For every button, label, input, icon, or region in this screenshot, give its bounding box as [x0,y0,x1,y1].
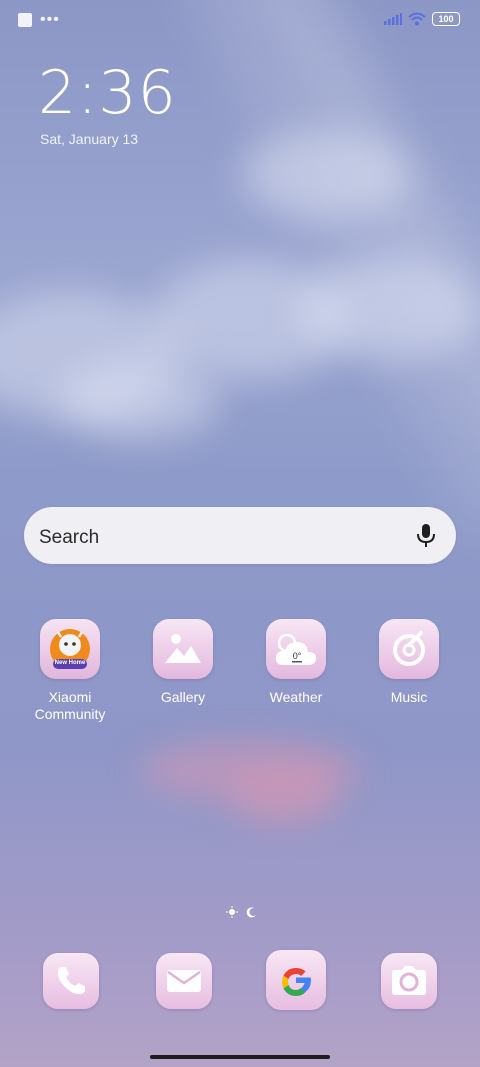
app-label: Weather [269,689,323,705]
phone-icon [57,967,85,995]
xiaomi-community-icon [40,619,100,679]
camera-app[interactable] [381,953,437,1009]
clock-widget[interactable]: 2:36 [38,58,177,128]
more-notifications-icon: ••• [40,11,60,28]
battery-indicator: 100 [432,12,460,26]
date-label: Sat, January 13 [40,131,139,147]
moon-page-icon [246,907,256,918]
wifi-icon [408,12,426,26]
page-indicator[interactable] [226,906,258,918]
google-icon [282,968,311,996]
app-label: Gallery [160,689,206,705]
search-label: Search [39,527,100,548]
phone-app[interactable] [43,953,99,1009]
app-label: Xiaomi Community [34,689,106,722]
app-weather[interactable]: 0° Weather [246,619,346,706]
notification-square-icon [18,13,32,27]
google-app[interactable] [266,950,326,1010]
new-home-badge: New Home [54,660,86,666]
gallery-icon [153,619,213,679]
app-label: Music [390,689,428,705]
home-gesture-bar[interactable] [150,1055,330,1059]
signal-icon [384,13,402,25]
status-bar: ••• 100 [0,0,480,42]
camera-icon [392,966,426,995]
mail-app[interactable] [156,953,212,1009]
app-xiaomi-community[interactable]: New Home Xiaomi Community [20,619,120,723]
sun-page-icon [226,906,238,918]
app-gallery[interactable]: Gallery [133,619,233,706]
weather-temperature: 0° [293,651,302,661]
weather-icon: 0° [266,619,326,679]
mail-icon [167,970,201,992]
music-icon [379,619,439,679]
search-bar[interactable]: Search [24,507,456,564]
app-music[interactable]: Music [359,619,459,706]
microphone-icon[interactable] [412,521,440,549]
